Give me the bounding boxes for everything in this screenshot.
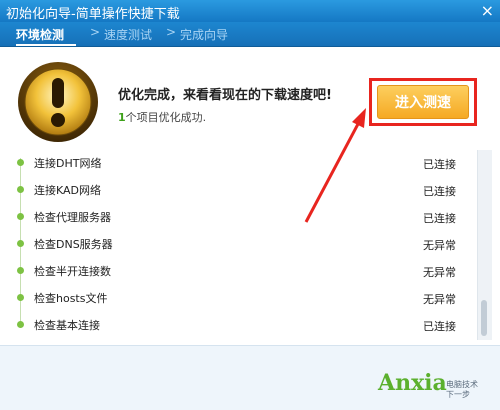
result-subline: 1个项目优化成功. (118, 109, 206, 125)
status-dot-icon (17, 321, 24, 328)
close-icon[interactable]: × (481, 1, 494, 21)
check-status: 已连接 (423, 212, 456, 225)
check-status: 无异常 (423, 239, 456, 252)
check-label: 检查DNS服务器 (34, 238, 113, 251)
wizard-window: 初始化向导-简单操作快捷下载 × 环境检测 > 速度测试 > 完成向导 优化完成… (0, 0, 500, 410)
watermark-sub1: 电脑技术 (446, 380, 478, 389)
check-status: 无异常 (423, 266, 456, 279)
check-status: 已连接 (423, 185, 456, 198)
status-dot-icon (17, 159, 24, 166)
result-headline: 优化完成，来看看现在的下载速度吧! (118, 88, 332, 103)
status-dot-icon (17, 267, 24, 274)
watermark-logo: Anxia (378, 370, 447, 396)
status-dot-icon (17, 213, 24, 220)
scrollbar-thumb[interactable] (481, 300, 487, 336)
step-environment-check: 环境检测 (16, 28, 65, 42)
status-dot-icon (17, 240, 24, 247)
watermark-sub2: 下一步 (446, 390, 470, 399)
check-label: 检查代理服务器 (34, 211, 111, 224)
optimized-count-suffix: 个项目优化成功. (125, 111, 207, 124)
check-status: 无异常 (423, 293, 456, 306)
title-bar: 初始化向导-简单操作快捷下载 × (0, 0, 500, 22)
check-row: 检查DNS服务器 无异常 (0, 233, 500, 259)
exclamation-icon (18, 62, 98, 142)
watermark-subtext: 电脑技术 下一步 (446, 380, 478, 400)
status-dot-icon (17, 294, 24, 301)
chevron-right-icon: > (166, 25, 177, 39)
chevron-right-icon: > (90, 25, 101, 39)
check-row: 检查半开连接数 无异常 (0, 260, 500, 286)
check-row: 连接KAD网络 已连接 (0, 179, 500, 205)
check-row: 连接DHT网络 已连接 (0, 152, 500, 178)
check-label: 检查hosts文件 (34, 292, 108, 305)
check-label: 检查半开连接数 (34, 265, 111, 278)
check-status: 已连接 (423, 320, 456, 333)
step-speed-test: 速度测试 (104, 28, 153, 42)
check-status: 已连接 (423, 158, 456, 171)
check-label: 连接DHT网络 (34, 157, 102, 170)
status-dot-icon (17, 186, 24, 193)
check-row: 检查hosts文件 无异常 (0, 287, 500, 313)
check-row: 检查基本连接 已连接 (0, 314, 500, 340)
check-label: 检查基本连接 (34, 319, 100, 332)
optimized-count: 1 (118, 111, 126, 124)
check-label: 连接KAD网络 (34, 184, 102, 197)
check-row: 检查代理服务器 已连接 (0, 206, 500, 232)
step-finish: 完成向导 (180, 28, 229, 42)
window-title: 初始化向导-简单操作快捷下载 (6, 7, 180, 22)
active-step-indicator (16, 44, 76, 46)
start-speed-test-button[interactable]: 进入测速 (377, 85, 469, 119)
